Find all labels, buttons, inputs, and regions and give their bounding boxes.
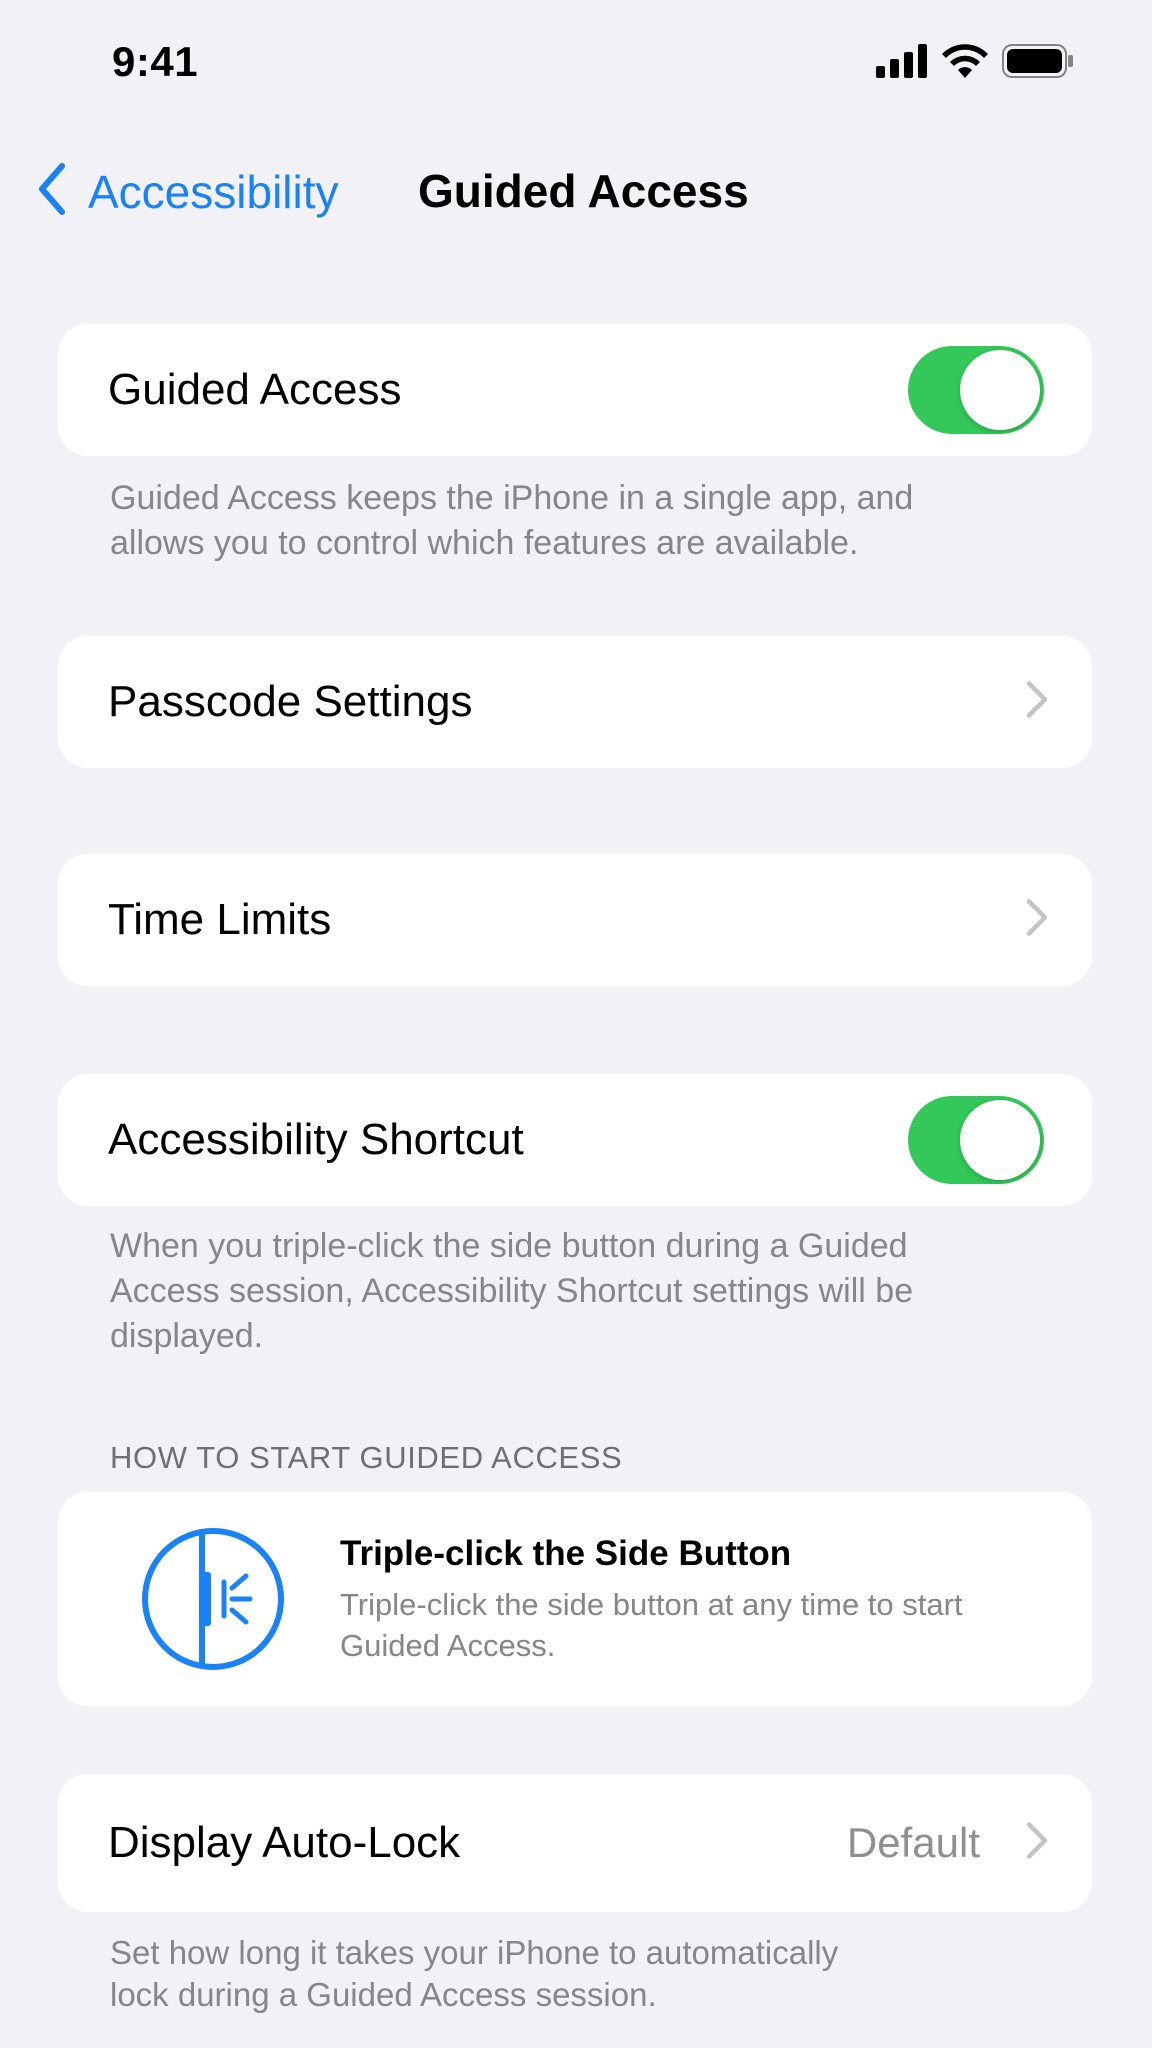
toggle-knob <box>960 350 1040 430</box>
how-to-start-header: HOW TO START GUIDED ACCESS <box>110 1440 623 1475</box>
guided-access-label: Guided Access <box>108 365 402 414</box>
accessibility-shortcut-label: Accessibility Shortcut <box>108 1115 524 1164</box>
how-to-start-description: Triple-click the side button at any time… <box>340 1587 963 1663</box>
navigation-bar: Accessibility Guided Access <box>0 150 1152 240</box>
cellular-signal-icon <box>876 44 928 83</box>
how-to-start-title: Triple-click the Side Button <box>340 1534 792 1573</box>
status-time: 9:41 <box>112 38 199 85</box>
guided-access-footer: Guided Access keeps the iPhone in a sing… <box>110 479 914 562</box>
page-title: Guided Access <box>418 165 749 217</box>
guided-access-toggle[interactable] <box>908 346 1044 434</box>
how-to-start-text: Triple-click the Side Button Triple-clic… <box>340 1534 1040 1666</box>
toggle-knob <box>960 1100 1040 1180</box>
chevron-right-icon <box>1026 681 1048 724</box>
guided-access-group: Guided Access <box>58 324 1092 456</box>
back-button[interactable]: Accessibility <box>36 162 339 221</box>
display-auto-lock-group: Display Auto-Lock Default <box>58 1774 1092 1912</box>
battery-icon <box>1002 44 1074 83</box>
settings-screen: 9:41 Accessibility Guided Access Guided … <box>0 0 1152 2048</box>
wifi-icon <box>942 44 988 83</box>
chevron-right-icon <box>1026 1822 1048 1865</box>
accessibility-shortcut-row: Accessibility Shortcut <box>58 1074 1092 1206</box>
accessibility-shortcut-toggle[interactable] <box>908 1096 1044 1184</box>
time-limits-group: Time Limits <box>58 854 1092 986</box>
status-bar: 9:41 <box>0 0 1152 130</box>
time-limits-label: Time Limits <box>108 895 332 944</box>
passcode-settings-label: Passcode Settings <box>108 677 473 726</box>
guided-access-row: Guided Access <box>58 324 1092 456</box>
passcode-settings-group: Passcode Settings <box>58 636 1092 768</box>
back-button-label: Accessibility <box>88 165 339 218</box>
status-icons <box>876 44 1074 83</box>
display-auto-lock-label: Display Auto-Lock <box>108 1818 461 1867</box>
side-button-icon <box>138 1524 288 1674</box>
display-auto-lock-footer: Set how long it takes your iPhone to aut… <box>110 1934 839 2013</box>
display-auto-lock-row[interactable]: Display Auto-Lock Default <box>58 1774 1092 1912</box>
time-limits-row[interactable]: Time Limits <box>58 854 1092 986</box>
accessibility-shortcut-footer: When you triple-click the side button du… <box>110 1227 914 1355</box>
passcode-settings-row[interactable]: Passcode Settings <box>58 636 1092 768</box>
chevron-right-icon <box>1026 899 1048 942</box>
how-to-start-group: Triple-click the Side Button Triple-clic… <box>58 1492 1092 1706</box>
display-auto-lock-value: Default <box>846 1819 980 1866</box>
chevron-left-icon <box>36 162 66 221</box>
accessibility-shortcut-group: Accessibility Shortcut <box>58 1074 1092 1206</box>
